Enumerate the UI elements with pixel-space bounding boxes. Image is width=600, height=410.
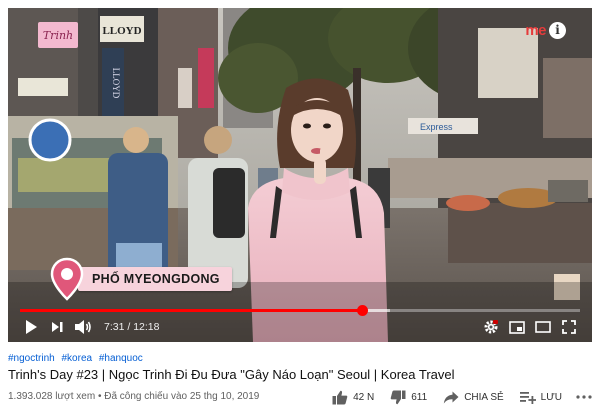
hashtag-link[interactable]: #ngoctrinh (8, 353, 55, 364)
share-icon (444, 391, 459, 403)
share-label: CHIA SẺ (464, 391, 504, 403)
miniplayer-button[interactable] (504, 314, 530, 340)
gear-icon (484, 320, 498, 334)
time-display: 7:31 / 12:18 (104, 321, 159, 333)
share-button[interactable]: CHIA SẺ (443, 391, 504, 404)
brand-logo-text: me (525, 21, 546, 39)
dislike-count: 611 (411, 391, 428, 403)
more-horizontal-icon (576, 395, 592, 399)
duration: 12:18 (133, 321, 160, 333)
theater-mode-button[interactable] (530, 314, 556, 340)
play-icon (26, 320, 37, 334)
save-label: LƯU (540, 391, 562, 403)
settings-button[interactable] (478, 314, 504, 340)
street-sign-text: Express (420, 122, 453, 132)
hashtag-list: #ngoctrinh #korea #hanquoc (8, 353, 147, 364)
current-time: 7:31 (104, 321, 125, 333)
location-label: PHỐ MYEONGDONG (78, 267, 232, 291)
time-separator: / (124, 321, 134, 333)
thumbs-up-icon (332, 390, 348, 404)
next-icon (52, 322, 63, 332)
info-icon[interactable]: i (549, 21, 566, 39)
video-meta: 1.393.028 lượt xem • Đã công chiếu vào 2… (8, 391, 259, 402)
play-button[interactable] (18, 314, 44, 340)
miniplayer-icon (509, 320, 525, 334)
volume-icon (75, 320, 91, 334)
location-pin-icon (50, 257, 84, 301)
channel-watermark: Trinh (38, 22, 78, 48)
like-button[interactable]: 42 N (332, 390, 374, 405)
progress-bar[interactable] (20, 305, 580, 316)
video-title: Trinh's Day #23 | Ngọc Trinh Đi Đu Đưa "… (8, 367, 455, 382)
location-tag: PHỐ MYEONGDONG (50, 254, 232, 304)
hashtag-link[interactable]: #korea (61, 353, 92, 364)
more-actions-button[interactable] (576, 395, 592, 399)
view-count: 1.393.028 lượt xem (8, 391, 96, 402)
hashtag-link[interactable]: #hanquoc (99, 353, 143, 364)
shop-sign-lloyd: LLOYD (102, 25, 141, 37)
theater-mode-icon (535, 321, 551, 333)
video-player[interactable]: LLOYD LLOYD Express Trinh me i PHỐ MYEON… (8, 8, 592, 342)
vertical-sign-lloyd: LLOYD (111, 68, 121, 99)
action-bar: 42 N 611 CHIA SẺ LƯU (316, 388, 592, 406)
player-controls: 7:31 / 12:18 (8, 314, 592, 340)
next-button[interactable] (44, 314, 70, 340)
fullscreen-icon (562, 320, 576, 334)
video-info: #ngoctrinh #korea #hanquoc Trinh's Day #… (8, 342, 592, 410)
volume-button[interactable] (70, 314, 96, 340)
thumbs-down-icon (390, 390, 406, 404)
channel-watermark-text: Trinh (42, 28, 74, 42)
dislike-button[interactable]: 611 (390, 390, 427, 405)
fullscreen-button[interactable] (556, 314, 582, 340)
save-button[interactable]: LƯU (519, 391, 562, 404)
like-count: 42 N (353, 391, 375, 403)
meta-separator: • (95, 391, 105, 402)
progress-played (20, 309, 363, 312)
brand-logo: me i (525, 20, 566, 40)
playlist-add-icon (519, 391, 536, 404)
publish-date: Đã công chiếu vào 25 thg 10, 2019 (104, 391, 260, 402)
